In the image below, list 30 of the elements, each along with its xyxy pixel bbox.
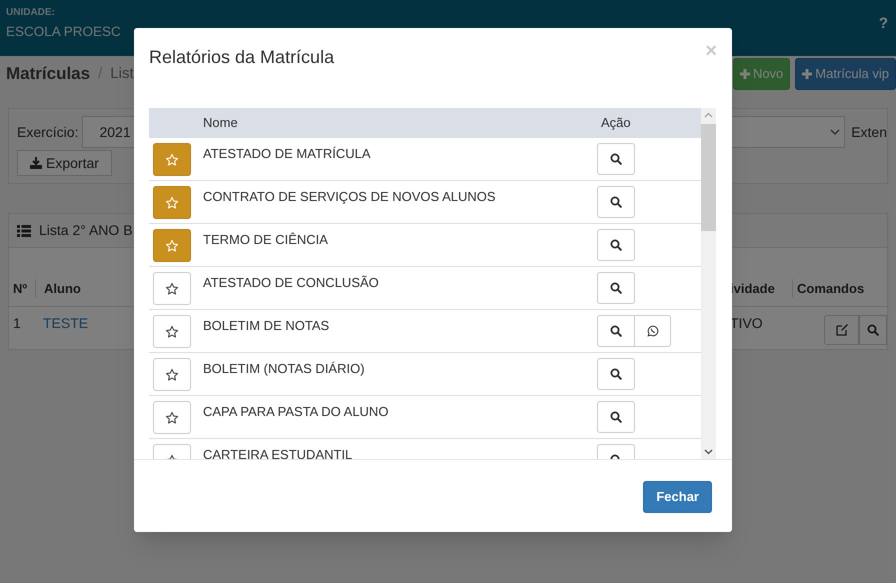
student-link[interactable]: TESTE [35,313,95,334]
extra-label: Exten [851,122,887,142]
page-title: Matrículas [6,63,90,86]
report-name: CAPA PARA PASTA DO ALUNO [203,403,390,421]
new-button[interactable]: Novo [732,58,790,90]
report-name: TERMO DE CIÊNCIA [203,231,329,249]
export-button[interactable]: Exportar [17,150,112,176]
breadcrumb-current: List [110,64,134,84]
help-link[interactable]: ? [878,13,888,36]
column-header: Comandos [792,278,887,298]
table-cell-text: TIVO [730,314,764,333]
column-header: Nº [12,280,28,298]
close-dialog-button[interactable]: Fechar [643,481,712,513]
report-name: ATESTADO DE MATRÍCULA [203,145,372,163]
column-header: Nome [203,114,239,132]
report-name: ATESTADO DE CONCLUSÃO [203,274,380,292]
table-cell-text: 1 [12,314,22,333]
unit-label: UNIDADE: [6,6,56,20]
column-header: Ação [600,114,632,132]
report-name: CONTRATO DE SERVIÇOS DE NOVOS ALUNOS [203,188,497,206]
list-title: Lista 2° ANO B [39,221,133,240]
vip-enrollment-button[interactable]: Matrícula vip [795,58,896,90]
report-name: BOLETIM DE NOTAS [203,317,330,335]
report-name: BOLETIM (NOTAS DIÁRIO) [203,360,366,378]
modal-title: Relatórios da Matrícula [149,46,334,69]
breadcrumb-separator: / [98,64,102,84]
unit-name: ESCOLA PROESC [6,23,121,41]
column-header: Aluno [35,278,95,298]
report-name: CARTEIRA ESTUDANTIL [203,446,354,459]
year-label: Exercício: [17,122,78,142]
